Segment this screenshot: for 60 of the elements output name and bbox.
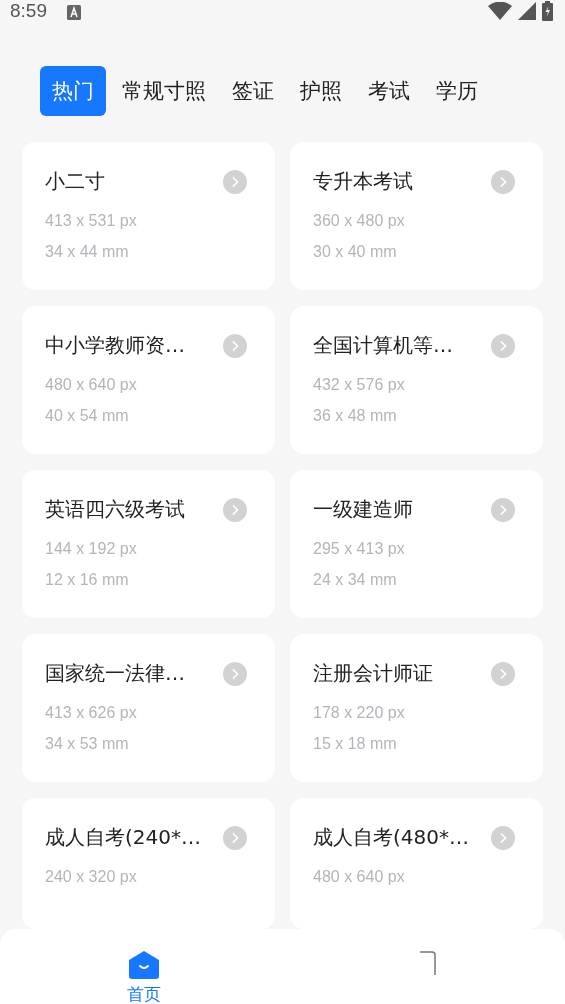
- size-card[interactable]: 成人自考(480*… 480 x 640 px: [290, 798, 543, 929]
- size-card[interactable]: 国家统一法律… 413 x 626 px 34 x 53 mm: [22, 634, 275, 782]
- card-title: 国家统一法律…: [45, 660, 185, 687]
- category-tab[interactable]: 考试: [358, 66, 420, 116]
- size-card[interactable]: 成人自考(240*… 240 x 320 px: [22, 798, 275, 929]
- pixel-size: 360 x 480 px: [313, 211, 406, 231]
- card-title: 专升本考试: [313, 168, 413, 195]
- pixel-size: 413 x 531 px: [45, 211, 138, 231]
- chevron-right-icon: [223, 661, 247, 686]
- card-title: 成人自考(240*…: [45, 824, 201, 851]
- card-title: 全国计算机等…: [313, 332, 453, 359]
- mm-size: 34 x 44 mm: [45, 242, 130, 262]
- chevron-right-icon: [491, 825, 515, 850]
- pixel-size: 240 x 320 px: [45, 867, 138, 887]
- chevron-right-icon: [223, 169, 247, 194]
- mm-size: 12 x 16 mm: [45, 570, 130, 590]
- size-card[interactable]: 一级建造师 295 x 413 px 24 x 34 mm: [290, 470, 543, 618]
- status-time: 8:59: [10, 0, 47, 22]
- pixel-size: 144 x 192 px: [45, 539, 138, 559]
- chevron-right-icon: [223, 825, 247, 850]
- mm-size: 36 x 48 mm: [313, 406, 398, 426]
- chevron-right-icon: [491, 661, 515, 686]
- pixel-size: 480 x 640 px: [313, 867, 406, 887]
- size-card[interactable]: 全国计算机等… 432 x 576 px 36 x 48 mm: [290, 306, 543, 454]
- size-card[interactable]: 注册会计师证 178 x 220 px 15 x 18 mm: [290, 634, 543, 782]
- mm-size: 24 x 34 mm: [313, 570, 398, 590]
- card-title: 英语四六级考试: [45, 496, 185, 523]
- mm-size: 34 x 53 mm: [45, 734, 130, 754]
- card-title: 中小学教师资…: [45, 332, 185, 359]
- chevron-right-icon: [223, 333, 247, 358]
- category-tab[interactable]: 护照: [290, 66, 352, 116]
- size-card[interactable]: 中小学教师资… 480 x 640 px 40 x 54 mm: [22, 306, 275, 454]
- category-tab[interactable]: 热门: [40, 66, 106, 116]
- mm-size: 30 x 40 mm: [313, 242, 398, 262]
- mm-size: 40 x 54 mm: [45, 406, 130, 426]
- signal-icon: [518, 2, 536, 20]
- chevron-right-icon: [491, 333, 515, 358]
- card-title: 一级建造师: [313, 496, 413, 523]
- pixel-size: 295 x 413 px: [313, 539, 406, 559]
- chevron-right-icon: [491, 169, 515, 194]
- home-icon: [129, 951, 160, 979]
- card-title: 成人自考(480*…: [313, 824, 469, 851]
- card-title: 小二寸: [45, 168, 105, 195]
- home-tab[interactable]: 首页: [0, 929, 289, 1004]
- pixel-size: 432 x 576 px: [313, 375, 406, 395]
- keyboard-icon: [67, 4, 81, 20]
- chevron-right-icon: [223, 497, 247, 522]
- pixel-size: 480 x 640 px: [45, 375, 138, 395]
- category-tab[interactable]: 学历: [426, 66, 488, 116]
- wifi-icon: [488, 2, 512, 20]
- pixel-size: 413 x 626 px: [45, 703, 138, 723]
- category-tab[interactable]: 常规寸照: [112, 66, 216, 116]
- size-card[interactable]: 英语四六级考试 144 x 192 px 12 x 16 mm: [22, 470, 275, 618]
- card-title: 注册会计师证: [313, 660, 433, 687]
- size-card[interactable]: 小二寸 413 x 531 px 34 x 44 mm: [22, 142, 275, 290]
- mm-size: 15 x 18 mm: [313, 734, 398, 754]
- category-tab[interactable]: 签证: [222, 66, 284, 116]
- chevron-right-icon: [491, 497, 515, 522]
- size-card[interactable]: 专升本考试 360 x 480 px 30 x 40 mm: [290, 142, 543, 290]
- pixel-size: 178 x 220 px: [313, 703, 406, 723]
